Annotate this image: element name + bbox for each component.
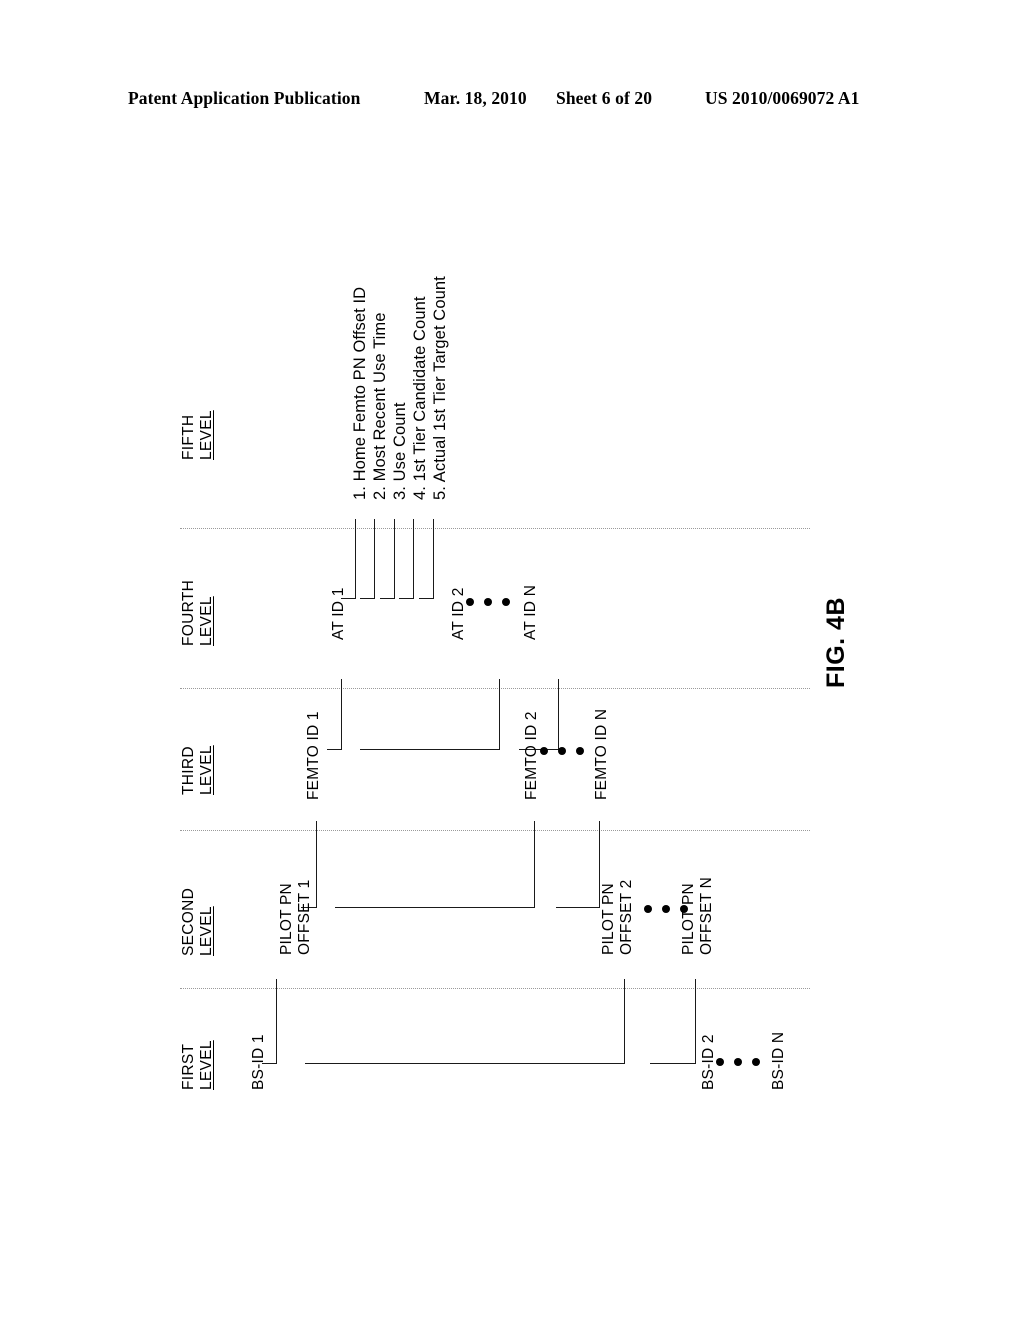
node-bs-id-1-label: BS-ID 1 (250, 1034, 267, 1090)
node-bs-id-n: BS-ID N (770, 1032, 788, 1090)
level-heading-first-line2: LEVEL (198, 1040, 215, 1090)
connector-attr5-vertical (433, 519, 434, 599)
node-femto-id-2-label: FEMTO ID 2 (523, 711, 540, 800)
separator-third-second (180, 830, 810, 831)
node-femto-id-1-label: FEMTO ID 1 (305, 711, 322, 800)
separator-fifth-fourth (180, 528, 810, 529)
node-pilot-pn-offset-1: PILOT PN OFFSET 1 (278, 880, 314, 955)
figure-4b-diagram: FIFTH LEVEL FOURTH LEVEL THIRD LEVEL SEC… (0, 0, 1024, 1320)
ellipsis-second-level (644, 905, 688, 913)
level-heading-second-line2: LEVEL (198, 906, 215, 956)
connector-femto1-to-at2-vertical (499, 679, 500, 750)
node-at-id-n-label: AT ID N (522, 584, 539, 640)
node-pilot-pn-offset-n-line1: PILOT PN (680, 883, 697, 955)
node-at-id-2-label: AT ID 2 (450, 587, 467, 640)
node-pilot-pn-offset-2-line2: OFFSET 2 (618, 879, 635, 955)
connector-femto1-to-at1-stub (327, 749, 342, 750)
level-heading-fourth-line1: FOURTH (180, 579, 197, 646)
connector-attr1-vertical (355, 519, 356, 599)
level-heading-fourth-line2: LEVEL (198, 596, 215, 646)
node-femto-id-n: FEMTO ID N (593, 709, 611, 800)
separator-second-first (180, 988, 810, 989)
connector-attr4-vertical (413, 519, 414, 599)
connector-pilot1-bus (335, 907, 535, 908)
node-pilot-pn-offset-1-line1: PILOT PN (278, 883, 295, 955)
connector-bsid2-stub (650, 1063, 696, 1064)
connector-attr2-vertical (374, 519, 375, 599)
connector-femto2-vertical (558, 679, 559, 750)
node-pilot-pn-offset-2: PILOT PN OFFSET 2 (600, 880, 636, 955)
level-heading-second-line1: SECOND (180, 887, 197, 956)
level-heading-first-line1: FIRST (180, 1043, 197, 1090)
node-at-id-n: AT ID N (522, 585, 540, 640)
level-heading-fifth-line2: LEVEL (198, 410, 215, 460)
level-heading-fourth: FOURTH LEVEL (180, 580, 216, 646)
ellipsis-first-level (716, 1058, 760, 1066)
level-heading-first: FIRST LEVEL (180, 1040, 216, 1090)
connector-pilot1-to-femto2-vertical (534, 821, 535, 908)
connector-attr4-stub (399, 598, 414, 599)
node-femto-id-n-label: FEMTO ID N (593, 708, 610, 800)
node-femto-id-1: FEMTO ID 1 (305, 711, 323, 800)
fifth-level-attribute-2: 2. Most Recent Use Time (371, 312, 389, 500)
ellipsis-third-level (540, 747, 584, 755)
ellipsis-fourth-level (466, 598, 510, 606)
connector-femto1-to-at1-vertical (341, 679, 342, 750)
fifth-level-attribute-3: 3. Use Count (391, 402, 409, 500)
level-heading-third: THIRD LEVEL (180, 745, 216, 795)
level-heading-second: SECOND LEVEL (180, 888, 216, 956)
fifth-level-attribute-5: 5. Actual 1st Tier Target Count (431, 276, 449, 500)
node-pilot-pn-offset-n-line2: OFFSET N (698, 877, 715, 955)
connector-bsid2-vertical (695, 979, 696, 1064)
connector-bsid1-to-pilot1-vertical (276, 979, 277, 1064)
node-at-id-2: AT ID 2 (450, 587, 468, 640)
separator-fourth-third (180, 688, 810, 689)
connector-femto1-bus (360, 749, 500, 750)
connector-pilot1-to-femto1-vertical (316, 821, 317, 908)
level-heading-fifth: FIFTH LEVEL (180, 410, 216, 460)
fifth-level-attribute-1: 1. Home Femto PN Offset ID (351, 286, 369, 500)
node-bs-id-n-label: BS-ID N (770, 1031, 787, 1090)
node-at-id-1-label: AT ID 1 (330, 587, 347, 640)
connector-pilot2-stub (556, 907, 600, 908)
level-heading-third-line1: THIRD (180, 746, 197, 795)
connector-attr5-stub (419, 598, 434, 599)
node-pilot-pn-offset-2-line1: PILOT PN (600, 883, 617, 955)
connector-bsid1-bus (305, 1063, 625, 1064)
level-heading-third-line2: LEVEL (198, 745, 215, 795)
node-at-id-1: AT ID 1 (330, 587, 348, 640)
connector-attr3-vertical (394, 519, 395, 599)
fifth-level-attribute-4: 4. 1st Tier Candidate Count (411, 296, 429, 500)
connector-attr3-stub (380, 598, 395, 599)
node-bs-id-1: BS-ID 1 (250, 1034, 268, 1090)
node-pilot-pn-offset-n: PILOT PN OFFSET N (680, 877, 716, 955)
node-femto-id-2: FEMTO ID 2 (523, 711, 541, 800)
connector-bsid1-to-pilot2-vertical (624, 979, 625, 1064)
level-heading-fifth-line1: FIFTH (180, 414, 197, 460)
connector-attr2-stub (360, 598, 375, 599)
figure-caption: FIG. 4B (822, 596, 850, 688)
node-pilot-pn-offset-1-line2: OFFSET 1 (296, 879, 313, 955)
